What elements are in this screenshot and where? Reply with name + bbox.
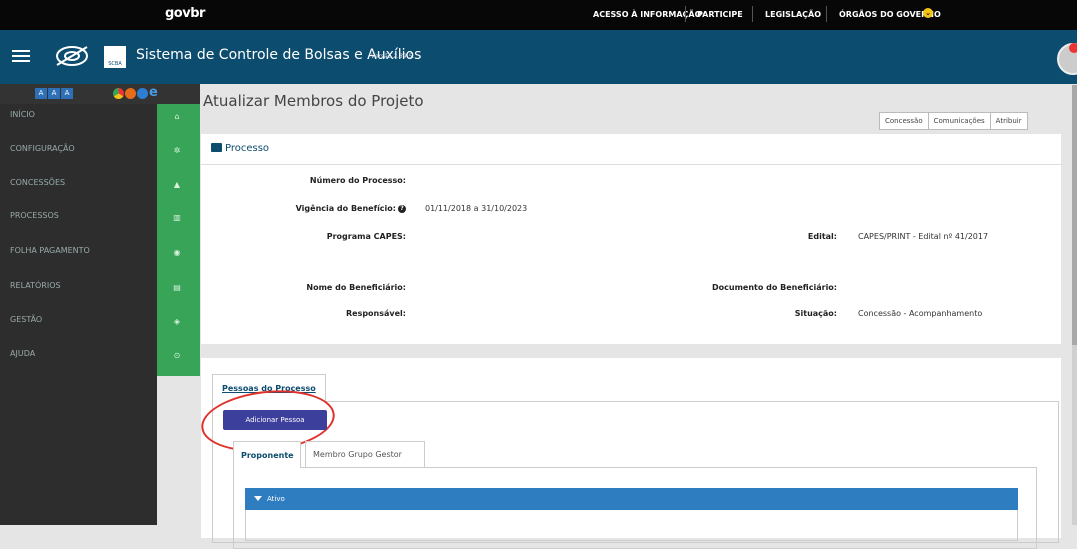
home-icon[interactable]: ⌂: [170, 112, 184, 121]
sidebar-item-processos[interactable]: PROCESSOS: [10, 211, 59, 220]
ativo-section-body: [245, 510, 1018, 541]
tab-proponente-label: Proponente: [241, 451, 294, 460]
firefox-icon: [125, 88, 136, 99]
programa-label: Programa CAPES:: [326, 232, 406, 241]
caret-down-icon: [254, 496, 262, 501]
vigencia-label-row: Vigência do Benefício:?: [251, 204, 406, 213]
action-button-group: Concessão Comunicações Atribuir: [879, 112, 1028, 130]
books-icon[interactable]: ▥: [170, 213, 184, 222]
capes-emblem-icon: [56, 46, 88, 66]
processo-card-header: Processo: [201, 134, 1061, 165]
govbar-divider: [752, 6, 753, 22]
edital-label: Edital:: [807, 232, 837, 241]
gear-icon[interactable]: ✲: [170, 146, 184, 155]
font-increase-button[interactable]: A: [61, 88, 73, 99]
font-normal-button[interactable]: A: [48, 88, 60, 99]
atribuir-button[interactable]: Atribuir: [989, 112, 1028, 130]
sidebar-item-gestao[interactable]: GESTÃO: [10, 315, 42, 324]
question-icon[interactable]: ?: [398, 204, 406, 213]
scrollbar-thumb[interactable]: [1072, 85, 1077, 345]
chrome-icon: [113, 88, 124, 99]
system-version: Versão 2.39.5.: [371, 53, 415, 60]
sidebar-item-folha-pagamento[interactable]: FOLHA PAGAMENTO: [10, 246, 90, 255]
responsavel-label: Responsável:: [345, 309, 406, 318]
opera-icon: [137, 88, 148, 99]
pessoas-card: Pessoas do Processo Adicionar Pessoa Pro…: [198, 358, 1061, 549]
situacao-label: Situação:: [794, 309, 837, 318]
numero-label: Número do Processo:: [309, 176, 406, 185]
concessao-button[interactable]: Concessão: [879, 112, 929, 130]
nome-label: Nome do Beneficiário:: [306, 283, 406, 292]
notification-badge[interactable]: [1069, 43, 1077, 53]
govlink-participe[interactable]: PARTICIPE: [697, 10, 743, 19]
documento-label: Documento do Beneficiário:: [712, 283, 837, 292]
processo-card: Processo Número do Processo: Vigência do…: [201, 134, 1061, 344]
situacao-value: Concessão - Acompanhamento: [858, 309, 983, 318]
cap-icon[interactable]: ▲: [170, 180, 184, 189]
processo-heading: Processo: [225, 143, 270, 154]
add-person-button[interactable]: Adicionar Pessoa: [223, 410, 327, 430]
edital-value: CAPES/PRINT - Edital nº 41/2017: [858, 232, 989, 241]
help-icon[interactable]: ⊙: [170, 351, 184, 360]
comunicacoes-button[interactable]: Comunicações: [927, 112, 991, 130]
tab-membro-label: Membro Grupo Gestor: [313, 450, 402, 459]
layers-icon[interactable]: ◈: [170, 317, 184, 326]
govbar-divider: [826, 6, 827, 22]
page-title: Atualizar Membros do Projeto: [203, 92, 424, 110]
vigencia-label: Vigência do Benefício:: [295, 204, 396, 213]
accessibility-bar: A A A e: [0, 84, 200, 104]
govlink-legislacao[interactable]: LEGISLAÇÃO: [765, 10, 821, 19]
menu-icon[interactable]: [12, 50, 30, 65]
sidebar-item-configuracao[interactable]: CONFIGURAÇÃO: [10, 144, 75, 153]
tab-membro-grupo-gestor[interactable]: Membro Grupo Gestor: [305, 441, 425, 468]
report-icon[interactable]: ▤: [170, 283, 184, 292]
sidebar-item-concessoes[interactable]: CONCESSÕES: [10, 178, 65, 187]
vigencia-value: 01/11/2018 a 31/10/2023: [425, 204, 528, 213]
tab-proponente[interactable]: Proponente: [233, 441, 301, 468]
gov-bar: govbr ACESSO À INFORMAÇÃO PARTICIPE LEGI…: [0, 0, 1077, 30]
system-header: SCBA Sistema de Controle de Bolsas e Aux…: [0, 30, 1077, 84]
sidebar-item-relatorios[interactable]: RELATÓRIOS: [10, 281, 61, 290]
briefcase-icon: [211, 143, 222, 152]
edge-icon: e: [149, 85, 158, 100]
govbr-logo[interactable]: govbr: [165, 6, 205, 21]
ativo-section-header[interactable]: Ativo: [245, 488, 1018, 510]
font-decrease-button[interactable]: A: [35, 88, 47, 99]
money-icon[interactable]: ◉: [170, 248, 184, 257]
ativo-label: Ativo: [267, 495, 285, 503]
chevron-down-icon[interactable]: ⌄: [923, 8, 933, 18]
sidebar-item-ajuda[interactable]: AJUDA: [10, 349, 35, 358]
sidebar-item-inicio[interactable]: INÍCIO: [10, 110, 35, 119]
sidebar-icon-column: [157, 104, 200, 376]
scba-badge: SCBA: [104, 46, 126, 68]
govbar-divider: [685, 6, 686, 22]
